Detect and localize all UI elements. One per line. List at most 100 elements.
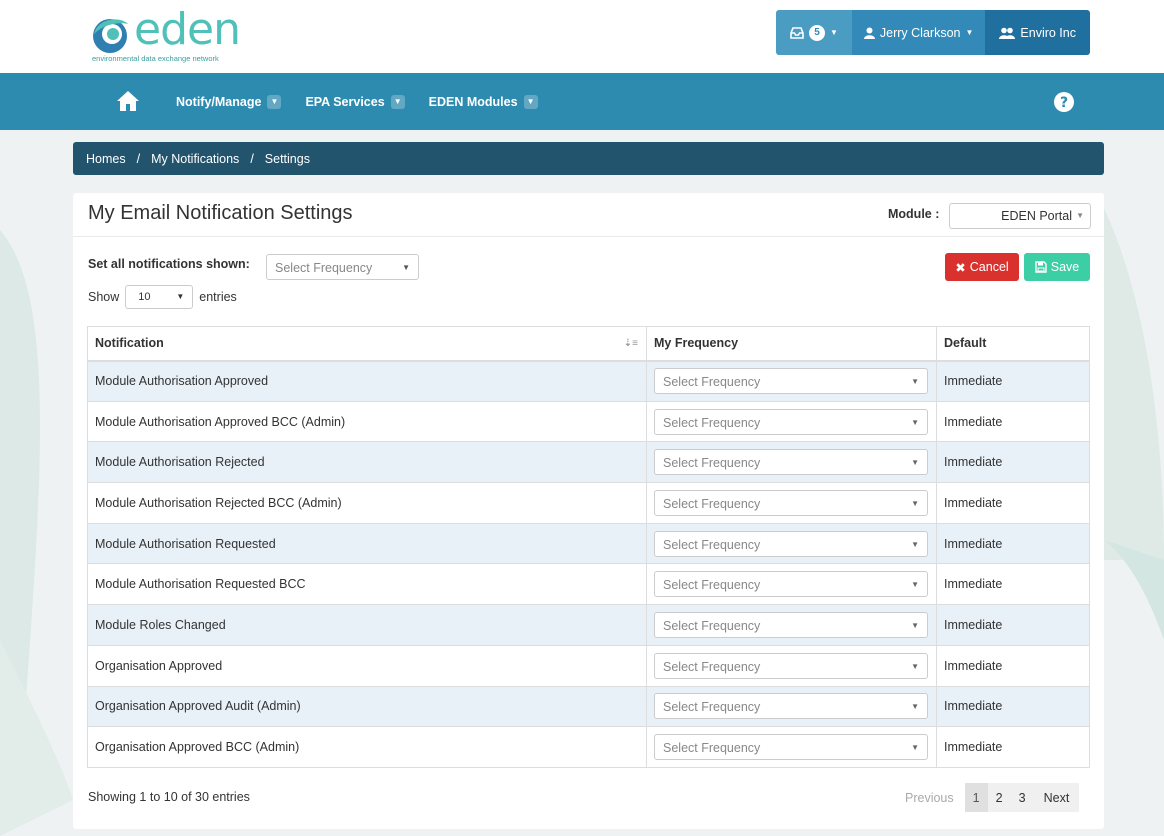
svg-text:?: ?: [1060, 95, 1068, 111]
nav-item-epa-services[interactable]: EPA Services ▼: [305, 94, 405, 109]
default-frequency: Immediate: [936, 644, 1090, 687]
frequency-placeholder: Select Frequency: [663, 456, 761, 471]
module-label: Module :: [888, 207, 940, 221]
notification-name: Module Roles Changed: [87, 604, 647, 646]
frequency-select[interactable]: Select Frequency ▼: [654, 734, 928, 761]
nav-menu: Notify/Manage ▼ EPA Services ▼ EDEN Modu…: [176, 73, 562, 130]
frequency-placeholder: Select Frequency: [663, 659, 761, 674]
cancel-button[interactable]: ✖ Cancel: [945, 253, 1019, 281]
brand-name: eden: [134, 4, 241, 55]
breadcrumb-home[interactable]: Homes: [86, 152, 126, 166]
frequency-select[interactable]: Select Frequency ▼: [654, 368, 928, 395]
table-row: Module Authorisation Requested BCC Selec…: [87, 563, 1090, 606]
save-button[interactable]: Save: [1024, 253, 1090, 281]
table-row: Module Authorisation Rejected Select Fre…: [87, 441, 1090, 484]
frequency-placeholder: Select Frequency: [663, 537, 761, 552]
frequency-select[interactable]: Select Frequency ▼: [654, 693, 928, 720]
pagination: Previous 1 2 3 Next: [898, 783, 1080, 812]
column-header-label: Notification: [95, 336, 164, 351]
frequency-select[interactable]: Select Frequency ▼: [654, 489, 928, 516]
entries-label: entries: [199, 290, 237, 304]
default-frequency: Immediate: [936, 604, 1090, 646]
frequency-select[interactable]: Select Frequency ▼: [654, 652, 928, 679]
pagination-next[interactable]: Next: [1033, 783, 1080, 812]
frequency-placeholder: Select Frequency: [663, 700, 761, 715]
pagination-page-1[interactable]: 1: [964, 783, 988, 812]
nav-item-label: EDEN Modules: [428, 94, 518, 109]
inbox-icon: [790, 26, 804, 39]
top-header: eden environmental data exchange network…: [0, 0, 1164, 73]
column-header-default[interactable]: Default: [936, 326, 1090, 362]
save-button-label: Save: [1050, 260, 1080, 274]
default-frequency: Immediate: [936, 685, 1090, 728]
column-header-label: Default: [944, 336, 987, 351]
user-menu[interactable]: Jerry Clarkson ▼: [851, 10, 986, 55]
table-row: Organisation Approved Select Frequency ▼ …: [87, 644, 1090, 687]
frequency-placeholder: Select Frequency: [663, 578, 761, 593]
nav-item-label: Notify/Manage: [176, 94, 262, 109]
breadcrumb-settings: Settings: [264, 151, 310, 166]
page-length-control: Show 10 ▼ entries: [88, 285, 237, 309]
user-icon: [863, 27, 875, 39]
close-icon: ✖: [955, 260, 966, 275]
frequency-select[interactable]: Select Frequency ▼: [654, 571, 928, 598]
save-icon: [1035, 261, 1047, 273]
organisation-name: Enviro Inc: [1020, 25, 1076, 40]
table-row: Organisation Approved BCC (Admin) Select…: [87, 726, 1090, 768]
default-frequency: Immediate: [936, 360, 1090, 402]
users-icon: [999, 27, 1016, 39]
notification-name: Module Authorisation Requested: [87, 522, 647, 565]
inbox-count-badge: 5: [808, 24, 825, 41]
chevron-down-icon: ▼: [965, 28, 974, 37]
column-header-my-frequency[interactable]: My Frequency: [646, 326, 937, 362]
chevron-down-icon: ▼: [911, 702, 919, 712]
notification-name: Organisation Approved: [87, 644, 647, 687]
default-frequency: Immediate: [936, 482, 1090, 524]
page-length-select[interactable]: 10 ▼: [125, 285, 194, 309]
column-header-label: My Frequency: [654, 336, 739, 351]
page-title: My Email Notification Settings: [88, 202, 353, 224]
frequency-placeholder: Select Frequency: [663, 415, 761, 430]
frequency-select[interactable]: Select Frequency ▼: [654, 449, 928, 476]
organisation-menu[interactable]: Enviro Inc: [985, 10, 1090, 55]
table-row: Organisation Approved Audit (Admin) Sele…: [87, 685, 1090, 728]
chevron-down-icon: ▼: [829, 28, 838, 37]
breadcrumb-my-notifications[interactable]: My Notifications: [151, 152, 239, 166]
help-icon[interactable]: ?: [1054, 92, 1074, 112]
brand-tagline: environmental data exchange network: [92, 54, 219, 63]
settings-panel: My Email Notification Settings Module : …: [73, 193, 1104, 829]
column-header-notification[interactable]: Notification ⇣≡: [87, 326, 647, 362]
pagination-previous[interactable]: Previous: [898, 783, 965, 812]
frequency-select[interactable]: Select Frequency ▼: [654, 530, 928, 557]
notification-name: Module Authorisation Requested BCC: [87, 563, 647, 606]
module-select-value: EDEN Portal: [1001, 209, 1072, 223]
module-select[interactable]: EDEN Portal ▼: [949, 203, 1091, 229]
main-nav: Notify/Manage ▼ EPA Services ▼ EDEN Modu…: [0, 73, 1164, 130]
frequency-select[interactable]: Select Frequency ▼: [654, 408, 928, 435]
default-frequency: Immediate: [936, 726, 1090, 768]
pagination-page-2[interactable]: 2: [987, 783, 1011, 812]
nav-item-label: EPA Services: [305, 94, 385, 109]
chevron-down-icon: ▼: [1076, 211, 1084, 220]
sort-icon: ⇣≡: [623, 338, 638, 349]
pagination-page-3[interactable]: 3: [1010, 783, 1034, 812]
inbox-dropdown[interactable]: 5 ▼: [775, 10, 852, 55]
breadcrumb: Homes / My Notifications / Settings: [73, 142, 1104, 175]
user-name: Jerry Clarkson: [879, 25, 961, 40]
table-row: Module Authorisation Requested Select Fr…: [87, 522, 1090, 565]
nav-item-eden-modules[interactable]: EDEN Modules ▼: [428, 94, 538, 109]
eden-leaf-icon: [93, 19, 128, 53]
show-label: Show: [88, 290, 120, 304]
home-icon[interactable]: [116, 90, 140, 112]
table-row: Module Authorisation Approved BCC (Admin…: [87, 400, 1090, 443]
chevron-down-icon: ▼: [176, 292, 185, 301]
chevron-down-icon: ▼: [911, 620, 919, 630]
chevron-down-icon: ▼: [911, 417, 919, 427]
frequency-select[interactable]: Select Frequency ▼: [654, 611, 928, 638]
nav-item-notify-manage[interactable]: Notify/Manage ▼: [176, 94, 282, 109]
default-frequency: Immediate: [936, 563, 1090, 606]
table-info: Showing 1 to 10 of 30 entries: [88, 790, 250, 804]
eden-logo[interactable]: eden environmental data exchange network: [90, 4, 270, 66]
set-all-frequency-select[interactable]: Select Frequency ▼: [266, 254, 419, 280]
chevron-down-icon: ▼: [911, 743, 919, 753]
